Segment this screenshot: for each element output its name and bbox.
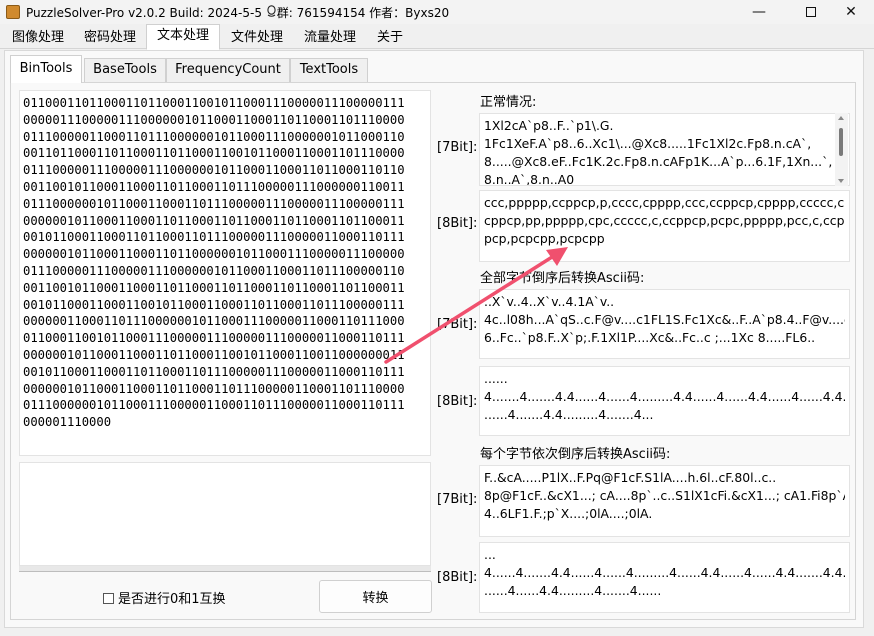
binary-line: 0011011000110110001101100011001011000110… [23, 146, 405, 161]
result-line: 4.......4.......4.4......4......4.......… [484, 389, 845, 404]
window-title: PuzzleSolver-Pro v2.0.2 Build: 2024-5-5 … [26, 4, 449, 21]
binary-line: 0111000001100011011100000010110001110000… [23, 129, 405, 144]
binary-line: 000001110000 [23, 415, 112, 430]
result-line: 4c..l08h...A`qS..c.F@v....c1FL1S.Fc1Xc&.… [484, 312, 845, 327]
binary-line: 0010110001100011011000110111000001110000… [23, 364, 405, 379]
binary-line: 0111000000101100011000110111000001110000… [23, 196, 405, 211]
result-line: 8.n..A`,8.n..A0 [484, 172, 575, 186]
title-suffix: 群: 761594154 作者：Byxs20 [276, 6, 450, 20]
normal-7bit-label: [7Bit]: [437, 140, 478, 155]
tab-file[interactable]: 文件处理 [222, 26, 292, 49]
binary-line: 0000011100000111000000101100011000110110… [23, 112, 405, 127]
tab-traffic[interactable]: 流量处理 [296, 26, 364, 49]
tab-text[interactable]: 文本处理 [146, 24, 220, 50]
binary-line: 0111000001110000011100000010110001100011… [23, 263, 405, 278]
result-line: F..&cA.....P1lX..F.Pq@F1cF.S1lA....h.6l.… [484, 470, 777, 485]
normal-heading: 正常情况: [480, 95, 537, 110]
normal-7bit-output[interactable]: 1Xl2cA`p8..F..`p1\.G. 1Fc1XeF.A`p8..6..Xc… [479, 113, 850, 186]
result-line: 8p@F1cF..&cX1...; cA....8p`..c..S1lX1cFi… [484, 488, 845, 503]
result-line: ......4......4.4.........4.......4...... [484, 583, 662, 598]
binary-line: 0010110001100011001011000110001101100011… [23, 297, 405, 312]
app-icon [6, 5, 20, 19]
subtab-frequencycount[interactable]: FrequencyCount [166, 58, 290, 82]
subtab-bintools[interactable]: BinTools [10, 55, 82, 83]
tab-about[interactable]: 关于 [366, 26, 414, 49]
all-reverse-heading: 全部字节倒序后转换Ascii码: [480, 271, 645, 286]
result-line: ... [484, 547, 496, 562]
binary-line: 0011001011000110001101100011011000110110… [23, 280, 405, 295]
each-reverse-8bit-output[interactable]: ... 4......4.......4.4......4......4.....… [479, 542, 850, 613]
subtab-texttools[interactable]: TextTools [290, 58, 368, 82]
binary-line: 0000001100011011100000010110001110000011… [23, 314, 405, 329]
minimize-button[interactable]: — [736, 0, 782, 24]
result-line: ...... [484, 371, 508, 386]
main-tab-bar: 图像处理 密码处理 文本处理 文件处理 流量处理 关于 [0, 24, 874, 50]
binary-line: 0110001101100011011000110010110001110000… [23, 96, 405, 110]
binary-line: 0000001011000110001101100011001011000110… [23, 347, 405, 362]
each-reverse-7bit-output[interactable]: F..&cA.....P1lX..F.Pq@F1cF.S1lA....h.6l.… [479, 465, 850, 537]
binary-line: 0111000000101100011100000110001101110000… [23, 398, 405, 413]
normal-8bit-output[interactable]: ccc,ppppp,ccppcp,p,cccc,cpppp,ccc,ccppcp… [479, 190, 850, 262]
each-reverse-8bit-label: [8Bit]: [437, 570, 478, 585]
binary-line: 0010110001100011011000110111000001110000… [23, 230, 405, 245]
result-line: 4......4.......4.4......4......4........… [484, 565, 845, 580]
each-reverse-heading: 每个字节依次倒序后转换Ascii码: [480, 447, 671, 462]
result-line: cppcp,pp,ppppp,cpc,ccccc,c,ccppcp,pcpc,p… [484, 213, 845, 228]
tab-image[interactable]: 图像处理 [4, 26, 72, 49]
result-line: ......4.......4.4.........4.......4... [484, 407, 654, 422]
normal-8bit-label: [8Bit]: [437, 216, 478, 231]
close-icon: ✕ [845, 4, 857, 20]
scroll-up-icon[interactable] [838, 116, 844, 120]
title-bar: PuzzleSolver-Pro v2.0.2 Build: 2024-5-5 … [0, 0, 874, 24]
result-line: pcp,pcpcpp,pcpcpp [484, 231, 605, 246]
tab-crypto[interactable]: 密码处理 [76, 26, 144, 49]
all-reverse-8bit-output[interactable]: ...... 4.......4.......4.4......4......4.… [479, 366, 850, 436]
all-reverse-8bit-label: [8Bit]: [437, 394, 478, 409]
binary-line: 0000001011000110001101100000010110001110… [23, 247, 405, 262]
binary-input[interactable]: 0110001101100011011000110010110001110000… [19, 90, 431, 456]
convert-button[interactable]: 转换 [319, 580, 432, 613]
binary-line: 0110001100101100011100000111000001110000… [23, 331, 405, 346]
binary-line: 0000001011000110001101100011011100000110… [23, 381, 405, 396]
swap-01-option[interactable]: 是否进行0和1互换 [103, 588, 226, 607]
qq-icon [266, 5, 277, 20]
binary-line: 0000001011000110001101100011011000110110… [23, 213, 405, 228]
swap-01-checkbox[interactable] [103, 593, 114, 604]
horizontal-scrollbar[interactable] [19, 566, 431, 572]
each-reverse-7bit-label: [7Bit]: [437, 492, 478, 507]
title-prefix: PuzzleSolver-Pro v2.0.2 Build: 2024-5-5 [26, 6, 266, 20]
result-line: 1Fc1XeF.A`p8..6..Xc1\...@Xc8.....1Fc1Xl2… [484, 136, 812, 151]
result-line: 4..6LF1.F.;p`X....;0lA....;0lA. [484, 506, 653, 521]
swap-01-label: 是否进行0和1互换 [118, 592, 226, 607]
binary-line: 0011001011000110001101100011011100000111… [23, 179, 405, 194]
all-reverse-7bit-output[interactable]: ..X`v..4..X`v..4.1A`v.. 4c..l08h...A`qS..… [479, 289, 850, 359]
all-reverse-7bit-label: [7Bit]: [437, 317, 478, 332]
scroll-down-icon[interactable] [838, 179, 844, 183]
result-line: 1Xl2cA`p8..F..`p1\.G. [484, 118, 614, 133]
result-line: 6..Fc..`p8.F..X`p;.F.1Xl1P....Xc&..Fc..c… [484, 330, 816, 345]
binary-line: 0111000001110000011100000010110001100011… [23, 163, 405, 178]
close-button[interactable]: ✕ [828, 0, 874, 24]
output-textarea[interactable] [19, 462, 431, 566]
scroll-thumb[interactable] [839, 128, 843, 156]
subtab-basetools[interactable]: BaseTools [84, 58, 166, 82]
result-line: ccc,ppppp,ccppcp,p,cccc,cpppp,ccc,ccppcp… [484, 195, 845, 210]
maximize-icon [806, 7, 816, 17]
minimize-icon: — [752, 4, 766, 20]
result-line: ..X`v..4..X`v..4.1A`v.. [484, 294, 615, 309]
result-line: 8.....@Xc8.eF..Fc1K.2c.Fp8.n.cAFp1K...A`… [484, 154, 833, 169]
normal-7bit-scrollbar[interactable] [835, 113, 848, 186]
